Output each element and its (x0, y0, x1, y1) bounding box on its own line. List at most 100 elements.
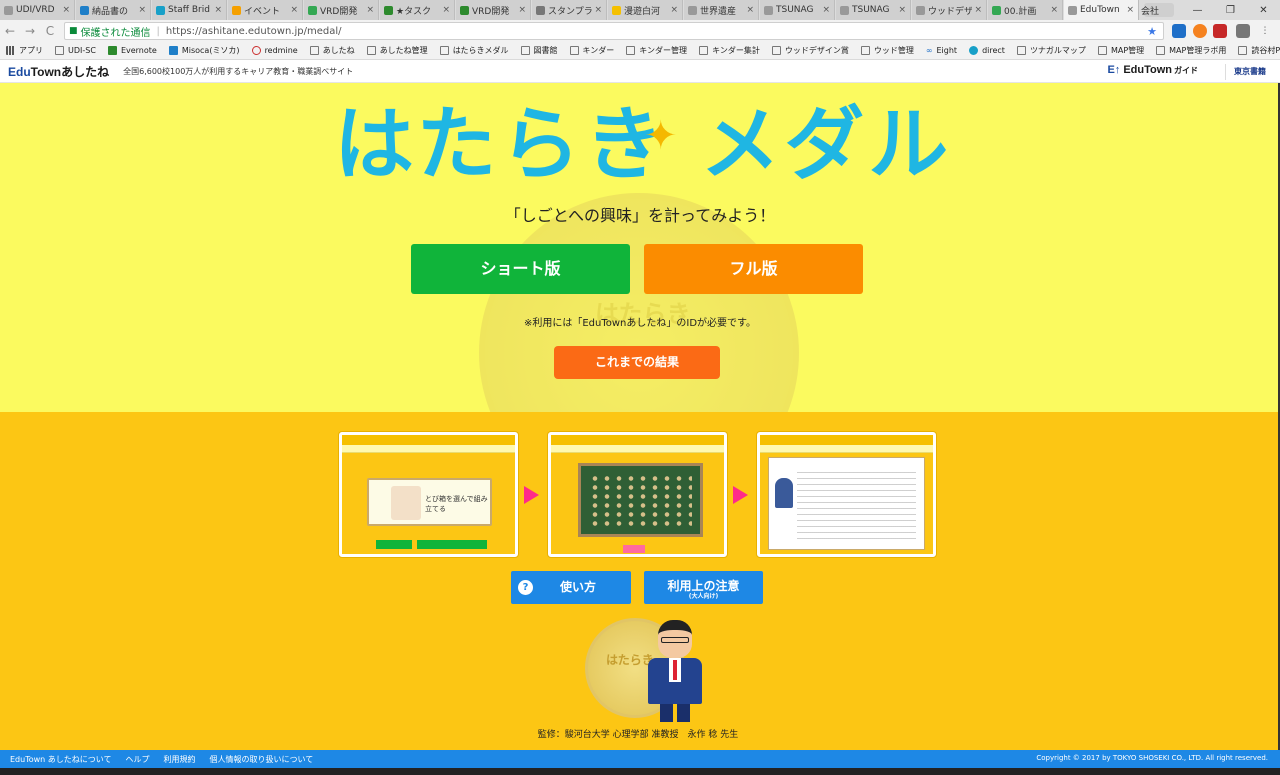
professor-illustration (640, 620, 710, 722)
tab-close-icon[interactable]: × (1050, 5, 1058, 15)
screenshot-body (760, 453, 933, 554)
reload-button[interactable]: C (40, 24, 60, 38)
edutown-guide-logo[interactable]: E↑ EduTown ガイド (1107, 64, 1198, 76)
full-version-button[interactable]: フル版 (644, 244, 863, 294)
bookmark-item[interactable]: MAP管理ラボ用 (1156, 45, 1226, 56)
tab-favicon-icon (156, 5, 165, 15)
window-controls: 会社 — ❐ ✕ (1141, 0, 1280, 20)
tab-close-icon[interactable]: × (822, 5, 830, 15)
screenshot-header (760, 435, 933, 445)
browser-tab[interactable]: ウッドデザ × (912, 0, 987, 20)
bookmark-page-icon (699, 46, 709, 55)
site-tagline: 全国6,600校100万人が利用するキャリア教育・職業調べサイト (123, 66, 354, 76)
extension-puzzle-icon[interactable] (1236, 24, 1250, 38)
browser-tab[interactable]: スタンプラ × (532, 0, 607, 20)
footer-link-terms[interactable]: 利用規約 (164, 754, 196, 765)
browser-tab[interactable]: UDI/VRD × (0, 0, 75, 20)
bookmark-page-icon (1156, 46, 1166, 55)
tab-close-icon[interactable]: × (974, 5, 982, 15)
bookmark-page-icon (1097, 46, 1107, 55)
back-button[interactable]: ← (0, 24, 20, 38)
url-text[interactable]: https://ashitane.edutown.jp/medal/ (166, 26, 342, 37)
bookmark-item[interactable]: あしたね (309, 45, 355, 56)
tab-close-icon[interactable]: × (594, 5, 602, 15)
bookmark-item[interactable]: 図書館 (520, 45, 558, 56)
browser-tab[interactable]: ★タスク × (380, 0, 455, 20)
browser-tab[interactable]: 世界遺産 × (684, 0, 759, 20)
tab-close-icon[interactable]: × (1126, 5, 1134, 15)
bookmark-item[interactable]: ∞ Eight (926, 46, 957, 55)
browser-tab[interactable]: TSUNAG × (760, 0, 835, 20)
tab-close-icon[interactable]: × (62, 5, 70, 15)
tab-close-icon[interactable]: × (290, 5, 298, 15)
bookmark-item[interactable]: Misoca(ミソカ) (168, 45, 240, 56)
bookmark-item[interactable]: ツナガルマップ (1016, 45, 1086, 56)
close-window-button[interactable]: ✕ (1247, 5, 1280, 16)
bookmark-page-icon (569, 46, 579, 55)
forward-button[interactable]: → (20, 24, 40, 38)
browser-tab[interactable]: 漫遊白河 × (608, 0, 683, 20)
tab-close-icon[interactable]: × (746, 5, 754, 15)
bookmark-item[interactable]: キンダー集計 (699, 45, 760, 56)
tab-favicon-icon (232, 5, 241, 15)
browser-tab[interactable]: VRD開発 × (456, 0, 531, 20)
usage-notes-button[interactable]: 利用上の注意 (大人向け) (644, 571, 763, 604)
profile-name[interactable]: 会社 (1141, 4, 1159, 17)
extension-firefox-icon[interactable] (1193, 24, 1207, 38)
bookmark-item[interactable]: direct (969, 46, 1005, 55)
bookmark-item[interactable]: Evernote (107, 46, 157, 55)
browser-tab[interactable]: 00.計画 × (988, 0, 1063, 20)
footer-link-about[interactable]: EduTown あしたねについて (10, 754, 112, 765)
bookmark-red-icon (251, 46, 261, 55)
past-results-button[interactable]: これまでの結果 (554, 346, 720, 379)
tokyo-shoseki-logo[interactable]: 東京書籍 (1225, 64, 1266, 80)
tab-favicon-icon (916, 5, 925, 15)
maximize-button[interactable]: ❐ (1214, 5, 1247, 16)
tab-close-icon[interactable]: × (138, 5, 146, 15)
extension-new-icon[interactable] (1172, 24, 1186, 38)
bookmark-item[interactable]: ウッドデザイン賞 (771, 45, 849, 56)
tab-close-icon[interactable]: × (366, 5, 374, 15)
address-bar[interactable]: ■ 保護された通信 | https://ashitane.edutown.jp/… (64, 22, 1164, 40)
person-illustration (775, 478, 793, 508)
bookmark-item[interactable]: redmine (251, 46, 298, 55)
bookmark-item[interactable]: キンダー管理 (626, 45, 687, 56)
bookmark-page-icon (309, 46, 319, 55)
bookmark-item[interactable]: MAP管理 (1097, 45, 1144, 56)
browser-tab[interactable]: 納品書の × (76, 0, 151, 20)
bookmark-item[interactable]: あしたね管理 (366, 45, 428, 56)
logo-prefix: Edu (8, 64, 31, 79)
screenshot-header (342, 435, 515, 445)
bookmark-item[interactable]: はたらきメダル (439, 45, 509, 56)
short-version-button[interactable]: ショート版 (411, 244, 630, 294)
browser-tab[interactable]: Staff Brid × (152, 0, 227, 20)
bookmark-item[interactable]: キンダー (569, 45, 614, 56)
tab-close-icon[interactable]: × (442, 5, 450, 15)
minimize-button[interactable]: — (1181, 5, 1214, 16)
bookmark-item[interactable]: ウッド管理 (860, 45, 914, 56)
bookmark-star-icon[interactable]: ★ (1147, 25, 1157, 38)
tab-close-icon[interactable]: × (214, 5, 222, 15)
tab-close-icon[interactable]: × (670, 5, 678, 15)
question-card: とび箱を選んで組み立てる (367, 478, 492, 526)
secure-label: 保護された通信 (80, 27, 151, 39)
bookmark-item[interactable]: アプリ (6, 45, 43, 56)
tab-label: ★タスク (396, 6, 432, 17)
menu-icon[interactable]: ⋮ (1258, 24, 1272, 38)
browser-tab[interactable]: VRD開発 × (304, 0, 379, 20)
extension-pdf-icon[interactable] (1213, 24, 1227, 38)
how-to-use-button[interactable]: ? 使い方 (511, 571, 631, 604)
edutown-ashitane-logo[interactable]: EduTownあしたね (8, 63, 109, 80)
footer-link-help[interactable]: ヘルプ (126, 754, 150, 765)
how-to-use-label: 使い方 (559, 580, 596, 594)
tab-close-icon[interactable]: × (518, 5, 526, 15)
browser-tab[interactable]: イベント × (228, 0, 303, 20)
bookmark-label: キンダー管理 (639, 46, 688, 55)
bookmark-item[interactable]: UDI-SC (55, 46, 96, 55)
bookmark-item[interactable]: 読谷村PF (1238, 45, 1280, 56)
footer-link-privacy[interactable]: 個人情報の取り扱いについて (210, 754, 314, 765)
steps-section: とび箱を選んで組み立てる ? 使い方 利用上の注意 (大人向け) はたらき 監修… (0, 412, 1280, 750)
browser-tab[interactable]: TSUNAG × (836, 0, 911, 20)
browser-tab[interactable]: EduTown × (1064, 0, 1139, 20)
tab-close-icon[interactable]: × (898, 5, 906, 15)
